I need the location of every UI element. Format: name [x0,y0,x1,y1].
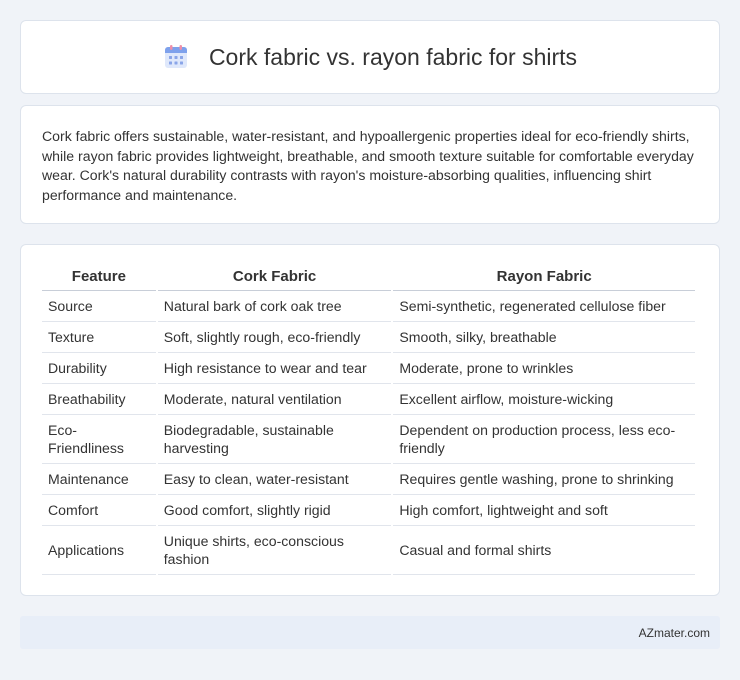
header-cork-fabric: Cork Fabric [157,265,392,291]
table-row: Durability High resistance to wear and t… [42,353,695,384]
rayon-cell: Semi-synthetic, regenerated cellulose fi… [393,291,695,322]
cork-cell: Unique shirts, eco-conscious fashion [157,526,392,575]
table-row: Comfort Good comfort, slightly rigid Hig… [42,495,695,526]
table-row: Source Natural bark of cork oak tree Sem… [42,291,695,322]
feature-cell: Applications [42,526,156,575]
rayon-cell: High comfort, lightweight and soft [393,495,695,526]
feature-cell: Eco-Friendliness [42,415,156,464]
table-header-row: Feature Cork Fabric Rayon Fabric [42,265,695,291]
cork-cell: Moderate, natural ventilation [157,384,392,415]
page-title: Cork fabric vs. rayon fabric for shirts [208,43,578,70]
footer-site-label: AZmater.com [638,625,710,640]
intro-paragraph: Cork fabric offers sustainable, water-re… [42,128,694,203]
rayon-cell: Excellent airflow, moisture-wicking [393,384,695,415]
rayon-cell: Requires gentle washing, prone to shrink… [393,464,695,495]
table-row: Maintenance Easy to clean, water-resista… [42,464,695,495]
table-row: Breathability Moderate, natural ventilat… [42,384,695,415]
feature-cell: Comfort [42,495,156,526]
table-row: Texture Soft, slightly rough, eco-friend… [42,322,695,353]
comparison-card: Feature Cork Fabric Rayon Fabric Source … [20,244,720,596]
table-row: Applications Unique shirts, eco-consciou… [42,526,695,575]
rayon-cell: Smooth, silky, breathable [393,322,695,353]
feature-cell: Source [42,291,156,322]
footer-bar: AZmater.com [20,616,720,649]
rayon-cell: Dependent on production process, less ec… [393,415,695,464]
feature-cell: Durability [42,353,156,384]
cork-cell: Biodegradable, sustainable harvesting [157,415,392,464]
rayon-cell: Moderate, prone to wrinkles [393,353,695,384]
cork-cell: Natural bark of cork oak tree [157,291,392,322]
feature-cell: Texture [42,322,156,353]
title-card: Cork fabric vs. rayon fabric for shirts [20,20,720,94]
feature-cell: Breathability [42,384,156,415]
cork-cell: Good comfort, slightly rigid [157,495,392,526]
feature-cell: Maintenance [42,464,156,495]
table-row: Eco-Friendliness Biodegradable, sustaina… [42,415,695,464]
calendar-icon [164,45,187,68]
intro-card: Cork fabric offers sustainable, water-re… [20,105,720,224]
header-feature: Feature [42,265,156,291]
header-rayon-fabric: Rayon Fabric [393,265,695,291]
comparison-table: Feature Cork Fabric Rayon Fabric Source … [40,265,697,575]
cork-cell: High resistance to wear and tear [157,353,392,384]
rayon-cell: Casual and formal shirts [393,526,695,575]
cork-cell: Soft, slightly rough, eco-friendly [157,322,392,353]
cork-cell: Easy to clean, water-resistant [157,464,392,495]
